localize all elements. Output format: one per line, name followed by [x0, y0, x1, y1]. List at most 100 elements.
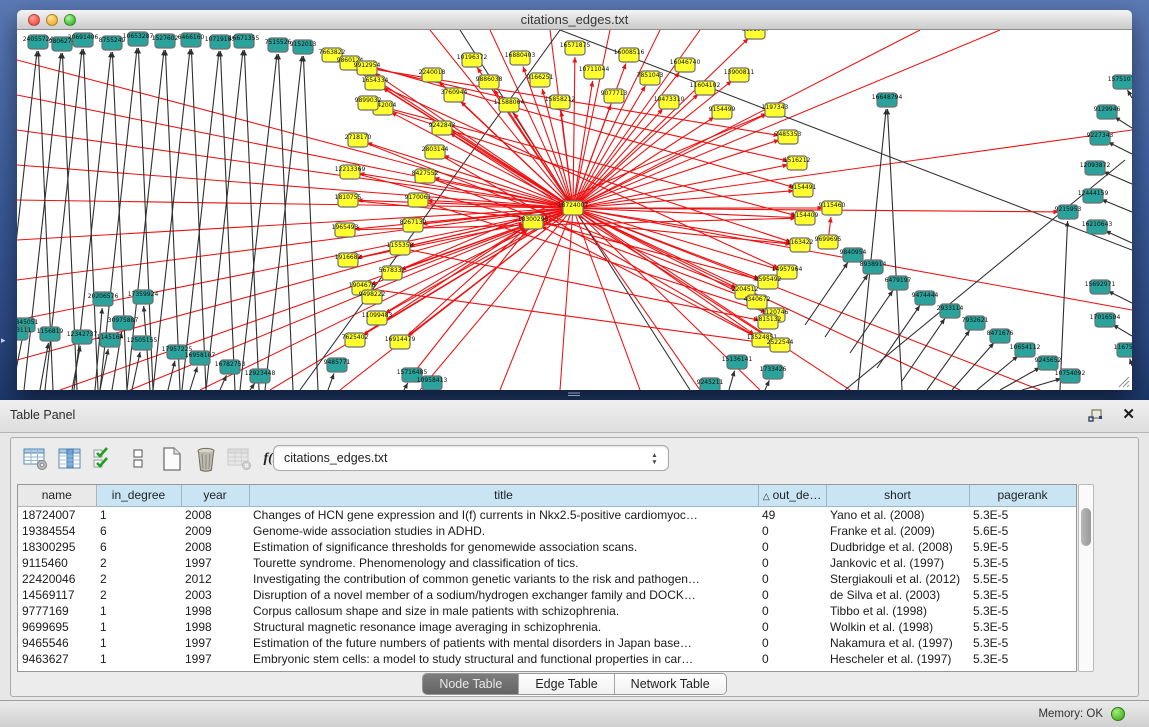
- table-cell[interactable]: 1: [96, 635, 181, 651]
- table-cell[interactable]: 2008: [181, 506, 249, 523]
- table-cell[interactable]: 1: [96, 619, 181, 635]
- table-cell[interactable]: 2: [96, 571, 181, 587]
- table-row[interactable]: 1830029562008Estimation of significance …: [18, 539, 1076, 555]
- table-cell[interactable]: 5.5E-5: [969, 571, 1076, 587]
- table-cell[interactable]: 5.3E-5: [969, 506, 1076, 523]
- table-cell[interactable]: Investigating the contribution of common…: [249, 571, 758, 587]
- table-cell[interactable]: Dudbridge et al. (2008): [826, 539, 969, 555]
- table-cell[interactable]: 1: [96, 651, 181, 667]
- table-cell[interactable]: 0: [758, 523, 826, 539]
- close-window-icon[interactable]: [28, 14, 40, 26]
- select-columns-icon[interactable]: [53, 445, 87, 473]
- column-header-year[interactable]: year: [181, 485, 249, 506]
- table-cell[interactable]: 18300295: [18, 539, 96, 555]
- network-view[interactable]: 1872400718300295240557249806274206914068…: [17, 30, 1132, 390]
- table-scrollbar[interactable]: [1078, 484, 1094, 672]
- table-cell[interactable]: Wolkin et al. (1998): [826, 619, 969, 635]
- table-cell[interactable]: 18724007: [18, 506, 96, 523]
- table-selector-dropdown[interactable]: citations_edges.txt ▲▼: [273, 445, 669, 471]
- table-cell[interactable]: Tibbo et al. (1998): [826, 603, 969, 619]
- table-cell[interactable]: Franke et al. (2009): [826, 523, 969, 539]
- table-cell[interactable]: 2: [96, 555, 181, 571]
- row-options-icon[interactable]: [121, 445, 155, 473]
- table-settings-icon[interactable]: [19, 445, 53, 473]
- table-scrollbar-thumb[interactable]: [1081, 508, 1091, 546]
- table-cell[interactable]: Genome-wide association studies in ADHD.: [249, 523, 758, 539]
- table-cell[interactable]: Estimation of significance thresholds fo…: [249, 539, 758, 555]
- table-row[interactable]: 1938455462009Genome-wide association stu…: [18, 523, 1076, 539]
- table-cell[interactable]: Hescheler et al. (1997): [826, 651, 969, 667]
- table-row[interactable]: 1456911722003Disruption of a novel membe…: [18, 587, 1076, 603]
- tab-edge-table[interactable]: Edge Table: [519, 674, 614, 694]
- tab-node-table[interactable]: Node Table: [423, 674, 519, 694]
- table-cell[interactable]: 0: [758, 587, 826, 603]
- table-cell[interactable]: 1997: [181, 635, 249, 651]
- table-cell[interactable]: Stergiakouli et al. (2012): [826, 571, 969, 587]
- table-cell[interactable]: 0: [758, 555, 826, 571]
- table-cell[interactable]: 6: [96, 539, 181, 555]
- table-cell[interactable]: Embryonic stem cells: a model to study s…: [249, 651, 758, 667]
- column-header-in_degree[interactable]: in_degree: [96, 485, 181, 506]
- table-cell[interactable]: 5.3E-5: [969, 635, 1076, 651]
- table-cell[interactable]: 49: [758, 506, 826, 523]
- table-cell[interactable]: 1: [96, 506, 181, 523]
- table-row[interactable]: 946554611997Estimation of the future num…: [18, 635, 1076, 651]
- column-header-title[interactable]: title: [249, 485, 758, 506]
- table-cell[interactable]: Nakamura et al. (1997): [826, 635, 969, 651]
- table-cell[interactable]: 5.6E-5: [969, 523, 1076, 539]
- table-cell[interactable]: 5.3E-5: [969, 587, 1076, 603]
- table-cell[interactable]: Yano et al. (2008): [826, 506, 969, 523]
- zoom-window-icon[interactable]: [64, 14, 76, 26]
- table-cell[interactable]: Changes of HCN gene expression and I(f) …: [249, 506, 758, 523]
- node-table[interactable]: namein_degreeyeartitle△out_de…shortpager…: [18, 485, 1077, 667]
- table-row[interactable]: 946362711997Embryonic stem cells: a mode…: [18, 651, 1076, 667]
- table-cell[interactable]: Structural magnetic resonance image aver…: [249, 619, 758, 635]
- column-header-pagerank[interactable]: pagerank: [969, 485, 1076, 506]
- trash-icon[interactable]: [189, 445, 223, 473]
- table-cell[interactable]: Estimation of the future numbers of pati…: [249, 635, 758, 651]
- table-cell[interactable]: 0: [758, 539, 826, 555]
- memory-status-indicator-icon[interactable]: [1111, 707, 1125, 721]
- column-header-short[interactable]: short: [826, 485, 969, 506]
- table-cell[interactable]: 5.3E-5: [969, 555, 1076, 571]
- column-header-name[interactable]: name: [18, 485, 96, 506]
- table-row[interactable]: 977716911998Corpus callosum shape and si…: [18, 603, 1076, 619]
- table-cell[interactable]: 2009: [181, 523, 249, 539]
- panel-divider-grip[interactable]: [567, 392, 581, 398]
- table-cell[interactable]: 9115460: [18, 555, 96, 571]
- table-cell[interactable]: 6: [96, 523, 181, 539]
- table-cell[interactable]: Corpus callosum shape and size in male p…: [249, 603, 758, 619]
- table-cell[interactable]: 2003: [181, 587, 249, 603]
- table-cell[interactable]: 2012: [181, 571, 249, 587]
- table-cell[interactable]: 0: [758, 603, 826, 619]
- table-cell[interactable]: 9777169: [18, 603, 96, 619]
- table-cell[interactable]: de Silva et al. (2003): [826, 587, 969, 603]
- table-cell[interactable]: 9465546: [18, 635, 96, 651]
- float-panel-icon[interactable]: [1087, 408, 1105, 424]
- network-window-titlebar[interactable]: citations_edges.txt: [17, 10, 1132, 30]
- table-cell[interactable]: 1: [96, 603, 181, 619]
- new-file-icon[interactable]: [155, 445, 189, 473]
- table-cell[interactable]: 0: [758, 651, 826, 667]
- table-cell[interactable]: 5.9E-5: [969, 539, 1076, 555]
- table-cell[interactable]: 0: [758, 619, 826, 635]
- table-cell[interactable]: 9699695: [18, 619, 96, 635]
- close-panel-icon[interactable]: ✕: [1122, 405, 1135, 423]
- table-cell[interactable]: 1997: [181, 555, 249, 571]
- minimize-window-icon[interactable]: [46, 14, 58, 26]
- table-row[interactable]: 1872400712008Changes of HCN gene express…: [18, 506, 1076, 523]
- column-header-out_de[interactable]: △out_de…: [758, 485, 826, 506]
- table-cell[interactable]: 5.3E-5: [969, 651, 1076, 667]
- table-cell[interactable]: 1998: [181, 603, 249, 619]
- table-cell[interactable]: 1997: [181, 651, 249, 667]
- table-cell[interactable]: 9463627: [18, 651, 96, 667]
- tab-network-table[interactable]: Network Table: [615, 674, 726, 694]
- table-cell[interactable]: 5.3E-5: [969, 619, 1076, 635]
- table-cell[interactable]: Tourette syndrome. Phenomenology and cla…: [249, 555, 758, 571]
- table-cell[interactable]: 0: [758, 635, 826, 651]
- panel-edge-grip[interactable]: ▸: [1, 334, 8, 346]
- table-cell[interactable]: Jankovic et al. (1997): [826, 555, 969, 571]
- table-cell[interactable]: 5.3E-5: [969, 603, 1076, 619]
- table-row[interactable]: 969969511998Structural magnetic resonanc…: [18, 619, 1076, 635]
- citation-network-graph[interactable]: 1872400718300295240557249806274206914068…: [17, 30, 1132, 390]
